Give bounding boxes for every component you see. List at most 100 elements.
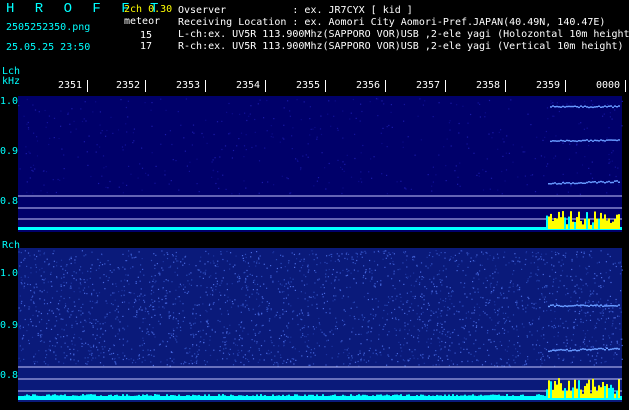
rch-noise-pixel bbox=[479, 264, 481, 266]
lch-noise-pixel bbox=[59, 179, 61, 181]
rch-noise-pixel bbox=[317, 279, 320, 281]
rch-noise-pixel bbox=[31, 296, 33, 298]
lch-noise-pixel bbox=[151, 125, 153, 127]
rch-noise-pixel bbox=[428, 355, 430, 357]
rch-noise-pixel bbox=[22, 348, 24, 350]
rch-noise-pixel bbox=[23, 334, 25, 337]
rch-noise-pixel bbox=[92, 326, 94, 328]
activity-bar bbox=[346, 396, 348, 398]
rch-noise-pixel bbox=[79, 282, 81, 284]
rch-noise-pixel bbox=[298, 350, 300, 353]
rch-noise-pixel bbox=[107, 279, 109, 282]
rch-noise-pixel bbox=[260, 354, 262, 356]
rch-noise-pixel bbox=[517, 351, 519, 353]
rch-noise-pixel bbox=[569, 308, 571, 311]
rch-noise-pixel bbox=[433, 276, 435, 278]
rch-noise-pixel bbox=[392, 285, 394, 287]
rch-noise-pixel bbox=[589, 255, 591, 257]
lch-noise-pixel bbox=[606, 103, 609, 106]
rch-noise-pixel bbox=[73, 353, 75, 355]
activity-bar bbox=[180, 395, 182, 398]
rch-noise-pixel bbox=[312, 333, 314, 335]
rch-noise-pixel bbox=[596, 322, 598, 324]
lch-noise-pixel bbox=[219, 156, 221, 158]
rch-noise-pixel bbox=[594, 273, 596, 275]
rch-noise-pixel bbox=[36, 255, 38, 258]
rch-noise-pixel bbox=[363, 296, 365, 298]
trace-segment bbox=[582, 139, 584, 142]
trace-segment bbox=[550, 350, 552, 352]
activity-bar bbox=[612, 387, 614, 398]
rch-noise-pixel bbox=[589, 360, 591, 362]
rch-noise-pixel bbox=[140, 293, 142, 295]
activity-bar bbox=[76, 395, 78, 398]
rch-noise-pixel bbox=[501, 287, 503, 290]
rch-noise-pixel bbox=[509, 320, 511, 322]
rch-noise-pixel bbox=[40, 336, 42, 338]
activity-bar bbox=[216, 396, 218, 398]
activity-bar bbox=[488, 395, 490, 398]
rch-noise-pixel bbox=[35, 266, 37, 268]
rch-noise-pixel bbox=[531, 302, 533, 304]
rch-noise-pixel bbox=[145, 308, 147, 310]
activity-bar bbox=[474, 395, 476, 398]
rch-noise-pixel bbox=[444, 334, 447, 336]
rch-noise-pixel bbox=[117, 354, 119, 356]
lch-noise-pixel bbox=[575, 152, 577, 154]
rch-noise-pixel bbox=[320, 329, 322, 331]
rch-noise-pixel bbox=[543, 310, 545, 312]
lch-noise-pixel bbox=[546, 165, 548, 167]
rch-noise-pixel bbox=[536, 339, 539, 341]
rch-noise-pixel bbox=[352, 258, 354, 260]
rch-noise-pixel bbox=[426, 288, 428, 290]
rch-noise-pixel bbox=[73, 277, 75, 280]
rch-noise-pixel bbox=[318, 278, 320, 280]
rch-noise-pixel bbox=[531, 251, 534, 253]
rch-noise-pixel bbox=[580, 251, 583, 253]
activity-bar bbox=[444, 394, 446, 398]
lch-noise-pixel bbox=[449, 120, 451, 122]
rch-noise-pixel bbox=[197, 330, 200, 333]
rch-noise-pixel bbox=[224, 336, 226, 339]
lch-noise-pixel bbox=[527, 113, 529, 115]
lch-noise-pixel bbox=[36, 140, 39, 142]
rch-noise-pixel bbox=[399, 280, 401, 282]
rch-noise-pixel bbox=[251, 274, 253, 276]
trace-segment bbox=[614, 105, 616, 107]
rch-noise-pixel bbox=[68, 259, 71, 261]
rch-noise-pixel bbox=[328, 254, 330, 256]
activity-bar bbox=[166, 394, 168, 398]
lch-noise-pixel bbox=[382, 127, 384, 129]
rch-noise-pixel bbox=[475, 330, 477, 332]
rch-noise-pixel bbox=[430, 265, 432, 267]
rch-noise-pixel bbox=[351, 355, 353, 357]
rch-noise-pixel bbox=[207, 261, 209, 263]
lch-noise-pixel bbox=[147, 174, 149, 176]
rch-noise-pixel bbox=[310, 349, 312, 351]
rch-noise-pixel bbox=[538, 269, 540, 271]
lch-noise-pixel bbox=[254, 118, 256, 121]
rch-noise-pixel bbox=[573, 321, 575, 323]
rch-noise-pixel bbox=[103, 356, 105, 358]
activity-bar bbox=[418, 396, 420, 398]
rch-noise-pixel bbox=[420, 262, 423, 264]
trace-segment bbox=[604, 182, 606, 184]
rch-noise-pixel bbox=[497, 272, 499, 274]
rch-noise-pixel bbox=[194, 353, 196, 355]
lch-noise-pixel bbox=[354, 157, 356, 160]
activity-bar bbox=[208, 394, 210, 398]
rch-noise-pixel bbox=[46, 354, 48, 356]
rch-noise-pixel bbox=[516, 300, 518, 302]
rch-noise-pixel bbox=[31, 336, 34, 338]
rch-noise-pixel bbox=[47, 364, 49, 366]
rch-noise-pixel bbox=[541, 360, 543, 362]
trace-segment bbox=[602, 139, 604, 142]
rch-noise-pixel bbox=[97, 295, 99, 297]
rch-noise-pixel bbox=[504, 297, 506, 299]
rch-noise-pixel bbox=[492, 273, 494, 275]
rch-noise-pixel bbox=[109, 263, 111, 266]
rch-noise-pixel bbox=[360, 343, 362, 345]
lch-noise-pixel bbox=[583, 100, 586, 102]
rch-noise-pixel bbox=[525, 307, 527, 309]
rch-noise-pixel bbox=[209, 303, 211, 305]
